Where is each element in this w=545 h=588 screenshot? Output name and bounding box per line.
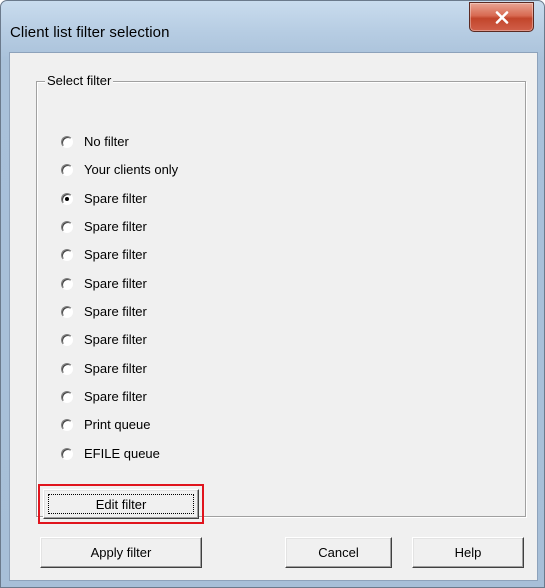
- radio-option-spare-filter-5[interactable]: Spare filter: [61, 302, 147, 322]
- radio-button[interactable]: [61, 164, 73, 176]
- radio-option-spare-filter-2[interactable]: Spare filter: [61, 217, 147, 237]
- radio-option-efile-queue[interactable]: EFILE queue: [61, 444, 160, 464]
- radio-button[interactable]: [61, 278, 73, 290]
- window-title: Client list filter selection: [10, 24, 170, 41]
- radio-button-selected[interactable]: [61, 193, 73, 205]
- radio-option-your-clients-only[interactable]: Your clients only: [61, 160, 178, 180]
- cancel-label: Cancel: [318, 545, 359, 560]
- help-button[interactable]: Help: [412, 537, 524, 568]
- select-filter-group: Select filter No filter Your clients onl…: [36, 73, 526, 517]
- close-button[interactable]: [469, 2, 534, 32]
- radio-label: Spare filter: [84, 247, 147, 262]
- radio-button[interactable]: [61, 136, 73, 148]
- radio-option-spare-filter-4[interactable]: Spare filter: [61, 274, 147, 294]
- radio-button[interactable]: [61, 221, 73, 233]
- group-legend: Select filter: [45, 73, 114, 89]
- radio-label: Spare filter: [84, 219, 147, 234]
- radio-label: Spare filter: [84, 332, 147, 347]
- dialog-window: Client list filter selection Select filt…: [0, 0, 545, 588]
- help-label: Help: [454, 545, 482, 560]
- edit-filter-label: Edit filter: [95, 496, 147, 512]
- title-bar[interactable]: Client list filter selection: [1, 1, 544, 45]
- radio-label: Spare filter: [84, 304, 147, 319]
- radio-button[interactable]: [61, 334, 73, 346]
- close-icon: [495, 10, 508, 24]
- radio-button[interactable]: [61, 306, 73, 318]
- radio-option-spare-filter-6[interactable]: Spare filter: [61, 330, 147, 350]
- radio-label: Print queue: [84, 417, 151, 432]
- radio-label: EFILE queue: [84, 446, 160, 461]
- radio-option-print-queue[interactable]: Print queue: [61, 415, 151, 435]
- radio-button[interactable]: [61, 419, 73, 431]
- radio-label: No filter: [84, 134, 129, 149]
- radio-button[interactable]: [61, 391, 73, 403]
- edit-filter-button[interactable]: Edit filter: [43, 489, 199, 519]
- radio-option-spare-filter-1[interactable]: Spare filter: [61, 189, 147, 209]
- radio-option-spare-filter-7[interactable]: Spare filter: [61, 359, 147, 379]
- radio-label: Spare filter: [84, 361, 147, 376]
- radio-button[interactable]: [61, 448, 73, 460]
- radio-label: Your clients only: [84, 162, 179, 177]
- radio-label: Spare filter: [84, 276, 147, 291]
- radio-option-spare-filter-3[interactable]: Spare filter: [61, 245, 147, 265]
- radio-option-no-filter[interactable]: No filter: [61, 132, 129, 152]
- radio-label: Spare filter: [84, 191, 147, 206]
- radio-option-spare-filter-8[interactable]: Spare filter: [61, 387, 147, 407]
- radio-button[interactable]: [61, 363, 73, 375]
- radio-button[interactable]: [61, 249, 73, 261]
- radio-label: Spare filter: [84, 389, 147, 404]
- dialog-body: Select filter No filter Your clients onl…: [9, 52, 538, 581]
- apply-filter-label: Apply filter: [90, 545, 152, 560]
- apply-filter-button[interactable]: Apply filter: [40, 537, 202, 568]
- cancel-button[interactable]: Cancel: [285, 537, 392, 568]
